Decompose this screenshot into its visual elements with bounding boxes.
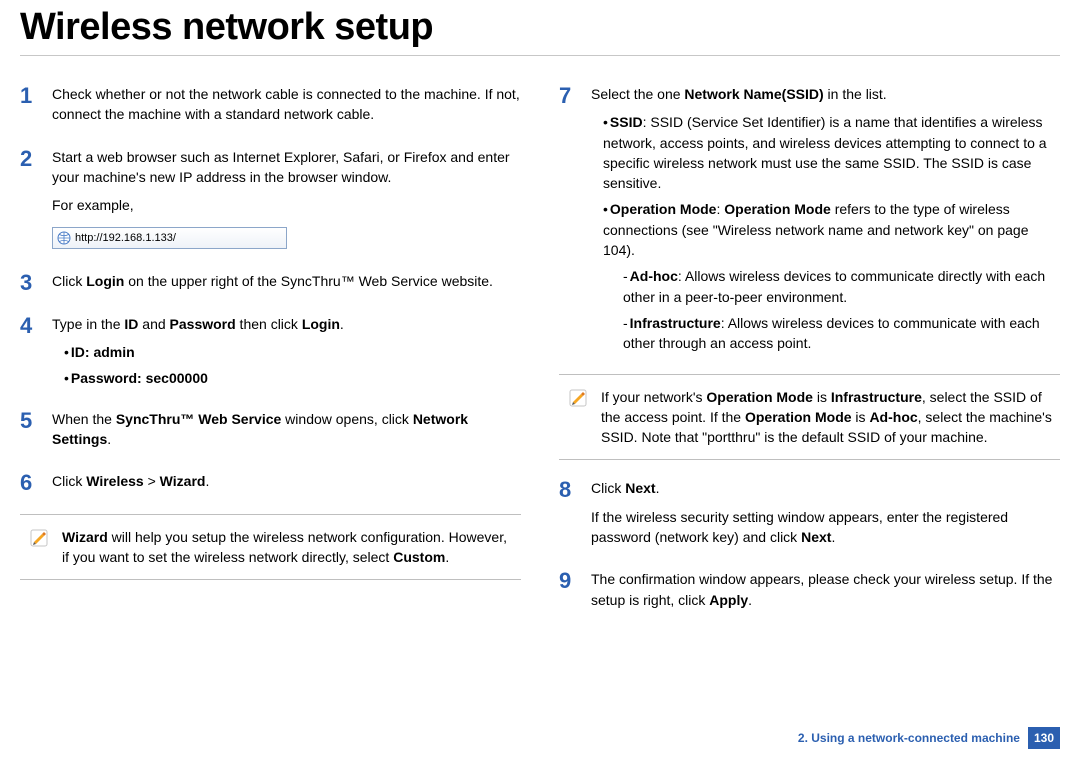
credentials-list: ID: admin Password: sec00000	[64, 342, 521, 389]
right-column: 7 Select the one Network Name(SSID) in t…	[559, 84, 1060, 632]
step-number: 7	[559, 80, 591, 112]
step-5: 5 When the SyncThru™ Web Service window …	[20, 409, 521, 458]
step-body: Check whether or not the network cable i…	[52, 84, 521, 133]
step2-text-b: For example,	[52, 195, 521, 215]
step-body: The confirmation window appears, please …	[591, 569, 1060, 618]
step4-text: Type in the ID and Password then click L…	[52, 314, 521, 334]
step-9: 9 The confirmation window appears, pleas…	[559, 569, 1060, 618]
step2-text-a: Start a web browser such as Internet Exp…	[52, 147, 521, 188]
password-line: Password: sec00000	[64, 368, 521, 388]
note-icon	[28, 527, 50, 568]
infra-item: Infrastructure: Allows wireless devices …	[623, 313, 1060, 354]
step-number: 5	[20, 405, 52, 437]
step-body: Click Login on the upper right of the Sy…	[52, 271, 521, 299]
url-text: http://192.168.1.133/	[75, 231, 176, 247]
page-footer: 2. Using a network-connected machine 130	[798, 727, 1060, 749]
step-body: Type in the ID and Password then click L…	[52, 314, 521, 395]
step-body: Click Wireless > Wizard.	[52, 471, 521, 499]
step7-sublist: SSID: SSID (Service Set Identifier) is a…	[603, 112, 1060, 353]
step8-text2: If the wireless security setting window …	[591, 507, 1060, 548]
page-number-badge: 130	[1028, 727, 1060, 749]
opmode-sublist: Ad-hoc: Allows wireless devices to commu…	[623, 266, 1060, 353]
step-8: 8 Click Next. If the wireless security s…	[559, 478, 1060, 555]
step-number: 2	[20, 143, 52, 175]
step-2: 2 Start a web browser such as Internet E…	[20, 147, 521, 258]
adhoc-item: Ad-hoc: Allows wireless devices to commu…	[623, 266, 1060, 307]
chapter-label: 2. Using a network-connected machine	[798, 731, 1020, 745]
step1-text: Check whether or not the network cable i…	[52, 84, 521, 125]
step-body: Click Next. If the wireless security set…	[591, 478, 1060, 555]
left-column: 1 Check whether or not the network cable…	[20, 84, 521, 632]
step-body: Select the one Network Name(SSID) in the…	[591, 84, 1060, 360]
step3-text: Click Login on the upper right of the Sy…	[52, 271, 521, 291]
step-body: Start a web browser such as Internet Exp…	[52, 147, 521, 258]
step-1: 1 Check whether or not the network cable…	[20, 84, 521, 133]
step5-text: When the SyncThru™ Web Service window op…	[52, 409, 521, 450]
step9-text: The confirmation window appears, please …	[591, 569, 1060, 610]
id-line: ID: admin	[64, 342, 521, 362]
step-number: 8	[559, 474, 591, 506]
step-number: 4	[20, 310, 52, 342]
step8-text: Click Next.	[591, 478, 1060, 498]
step-number: 9	[559, 565, 591, 597]
step7-text: Select the one Network Name(SSID) in the…	[591, 84, 1060, 104]
step-number: 6	[20, 467, 52, 499]
globe-icon	[57, 231, 71, 245]
step-7: 7 Select the one Network Name(SSID) in t…	[559, 84, 1060, 360]
ssid-item: SSID: SSID (Service Set Identifier) is a…	[603, 112, 1060, 193]
page-title: Wireless network setup	[20, 0, 1060, 56]
step-body: When the SyncThru™ Web Service window op…	[52, 409, 521, 458]
step-4: 4 Type in the ID and Password then click…	[20, 314, 521, 395]
note-body: Wizard will help you setup the wireless …	[62, 527, 513, 568]
step-number: 1	[20, 80, 52, 112]
opmode-item: Operation Mode: Operation Mode refers to…	[603, 199, 1060, 260]
content-columns: 1 Check whether or not the network cable…	[20, 84, 1060, 632]
note-icon	[567, 387, 589, 448]
url-bar-example: http://192.168.1.133/	[52, 227, 287, 249]
step-6: 6 Click Wireless > Wizard.	[20, 471, 521, 499]
note-body: If your network's Operation Mode is Infr…	[601, 387, 1052, 448]
note-wizard: Wizard will help you setup the wireless …	[20, 514, 521, 581]
step-3: 3 Click Login on the upper right of the …	[20, 271, 521, 299]
step-number: 3	[20, 267, 52, 299]
step6-text: Click Wireless > Wizard.	[52, 471, 521, 491]
note-operation-mode: If your network's Operation Mode is Infr…	[559, 374, 1060, 461]
